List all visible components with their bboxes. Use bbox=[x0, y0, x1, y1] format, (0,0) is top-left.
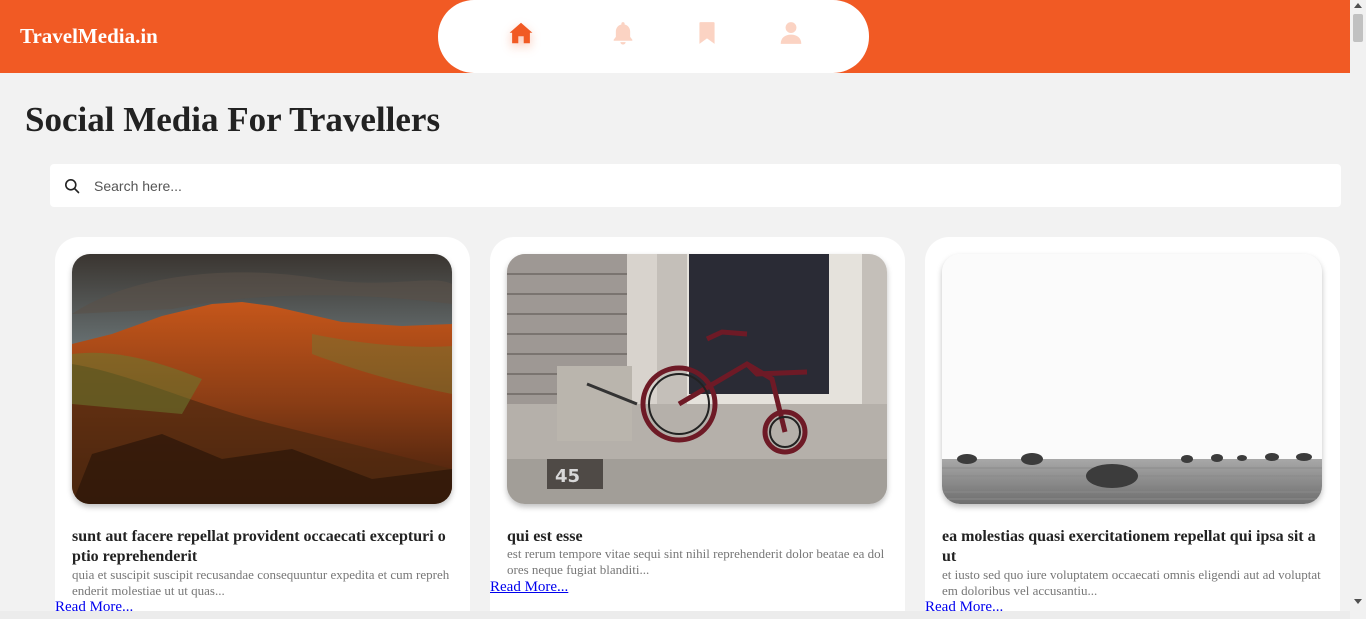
nav-profile[interactable] bbox=[776, 18, 806, 48]
post-title: ea molestias quasi exercitationem repell… bbox=[942, 528, 1316, 565]
post-excerpt: est rerum tempore vitae sequi sint nihil… bbox=[507, 546, 885, 577]
post-image bbox=[72, 254, 452, 504]
scroll-down-arrow-icon[interactable] bbox=[1354, 599, 1362, 604]
post-card: sunt aut facere repellat provident occae… bbox=[55, 237, 470, 619]
search-bar[interactable] bbox=[50, 164, 1341, 207]
brand-logo[interactable]: TravelMedia.in bbox=[20, 24, 158, 49]
post-excerpt: et iusto sed quo iure voluptatem occaeca… bbox=[942, 567, 1321, 598]
nav-menu bbox=[438, 0, 869, 73]
scroll-up-arrow-icon[interactable] bbox=[1354, 3, 1362, 8]
user-icon bbox=[780, 22, 802, 44]
post-card: ea molestias quasi exercitationem repell… bbox=[925, 237, 1340, 619]
nav-notifications[interactable] bbox=[608, 18, 638, 48]
home-icon bbox=[509, 22, 533, 44]
vertical-scrollbar[interactable] bbox=[1350, 0, 1366, 619]
scrollbar-thumb[interactable] bbox=[1353, 14, 1363, 42]
top-navbar: TravelMedia.in bbox=[0, 0, 1350, 73]
svg-text:45: 45 bbox=[555, 466, 580, 487]
search-input[interactable] bbox=[94, 164, 1324, 207]
post-card: 45 qui est esse est rerum tempore vitae … bbox=[490, 237, 905, 619]
nav-home[interactable] bbox=[506, 18, 536, 48]
read-more-link[interactable]: Read More... bbox=[490, 579, 568, 596]
page-title: Social Media For Travellers bbox=[25, 100, 441, 139]
bell-icon bbox=[613, 22, 633, 45]
post-excerpt: quia et suscipit suscipit recusandae con… bbox=[72, 567, 450, 598]
post-title: qui est esse bbox=[507, 528, 583, 545]
bookmark-icon bbox=[699, 22, 715, 44]
horizontal-scrollbar[interactable] bbox=[0, 611, 1350, 619]
post-image: 45 bbox=[507, 254, 887, 504]
nav-bookmarks[interactable] bbox=[692, 18, 722, 48]
search-icon bbox=[65, 179, 80, 194]
post-image bbox=[942, 254, 1322, 504]
post-title: sunt aut facere repellat provident occae… bbox=[72, 528, 446, 565]
